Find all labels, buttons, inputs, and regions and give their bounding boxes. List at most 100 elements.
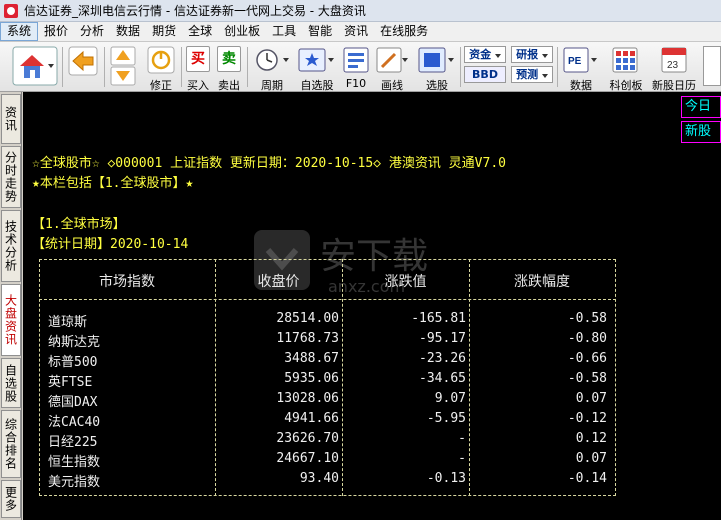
toolbar-separator xyxy=(247,47,248,87)
index-name: 纳斯达克 xyxy=(48,335,101,350)
change-value: -165.81 xyxy=(411,311,466,326)
change-pct: 0.07 xyxy=(575,391,607,406)
menu-online-service[interactable]: 在线服务 xyxy=(374,22,434,41)
close-price: 11768.73 xyxy=(276,331,339,346)
menu-news[interactable]: 资讯 xyxy=(338,22,374,41)
change-value: - xyxy=(458,451,466,466)
watchlist-label: 自选股 xyxy=(300,79,334,92)
toolbar-separator xyxy=(557,47,558,87)
menu-quote[interactable]: 报价 xyxy=(38,22,74,41)
menu-futures[interactable]: 期货 xyxy=(146,22,182,41)
close-price: 28514.00 xyxy=(276,311,339,326)
tab-ranking[interactable]: 综合排名 xyxy=(1,410,21,478)
tab-more[interactable]: 更多 xyxy=(1,480,21,518)
change-value: - xyxy=(458,431,466,446)
index-name: 德国DAX xyxy=(48,395,98,410)
draw-line-button[interactable]: 画线 xyxy=(375,46,409,92)
table-row: 纳斯达克 11768.73 -95.17 -0.80 xyxy=(39,331,616,351)
table-row: 标普500 3488.67 -23.26 -0.66 xyxy=(39,351,616,371)
close-price: 5935.06 xyxy=(284,371,339,386)
close-price: 3488.67 xyxy=(284,351,339,366)
startup-board-button[interactable]: 科创板 xyxy=(606,46,646,92)
change-value: -34.65 xyxy=(419,371,466,386)
index-name: 恒生指数 xyxy=(48,455,101,470)
index-name: 日经225 xyxy=(48,435,98,450)
tab-intraday[interactable]: 分时走势 xyxy=(1,146,21,208)
sell-label: 卖出 xyxy=(218,79,240,92)
fund-button[interactable]: 资金 BBD xyxy=(464,46,506,83)
change-value: 9.07 xyxy=(434,391,466,406)
change-pct: -0.58 xyxy=(567,371,607,386)
bbd-button[interactable]: BBD xyxy=(464,66,506,83)
tab-market-news[interactable]: 大盘资讯 xyxy=(1,284,21,356)
tab-news[interactable]: 资讯 xyxy=(1,94,21,144)
side-tabs: 资讯 分时走势 技术分析 大盘资讯 自选股 综合排名 更多 xyxy=(0,92,22,520)
change-pct: -0.80 xyxy=(567,331,607,346)
toolbar-separator xyxy=(460,47,461,87)
pe-icon-text: PE xyxy=(568,56,582,67)
menu-data[interactable]: 数据 xyxy=(110,22,146,41)
table-row: 美元指数 93.40 -0.13 -0.14 xyxy=(39,471,616,491)
toolbar-separator xyxy=(104,47,105,87)
research-button[interactable]: 研报 预测 xyxy=(511,46,553,83)
new-stock-calendar-button[interactable]: 23 新股日历 xyxy=(650,46,698,92)
table-border-bottom xyxy=(39,495,616,496)
back-button[interactable] xyxy=(68,46,98,79)
menu-gem[interactable]: 创业板 xyxy=(218,22,266,41)
tab-technical[interactable]: 技术分析 xyxy=(1,210,21,282)
menu-system[interactable]: 系统 xyxy=(0,22,39,41)
calendar-day: 23 xyxy=(667,60,679,71)
menu-bar: 系统 报价 分析 数据 期货 全球 创业板 工具 智能 资讯 在线服务 xyxy=(0,22,721,42)
change-pct: 0.12 xyxy=(575,431,607,446)
col-header-close: 收盘价 xyxy=(257,274,300,290)
sell-button[interactable]: 卖 卖出 xyxy=(216,46,242,92)
menu-analysis[interactable]: 分析 xyxy=(74,22,110,41)
draw-line-label: 画线 xyxy=(381,79,403,92)
sell-icon: 卖 xyxy=(217,46,241,72)
toolbar-overflow[interactable] xyxy=(703,46,721,86)
close-price: 93.40 xyxy=(299,471,339,486)
right-panel: 今日 新股 xyxy=(681,96,721,146)
chevron-down-icon xyxy=(541,54,548,58)
table-row: 恒生指数 24667.10 - 0.07 xyxy=(39,451,616,471)
research-label: 研报 xyxy=(516,48,539,61)
more-icon xyxy=(703,46,721,86)
news-content-area: 今日 新股 ☆全球股市☆ ◇000001 上证指数 更新日期：2020-10-1… xyxy=(23,92,721,520)
screener-icon xyxy=(418,47,454,73)
watchlist-button[interactable]: 自选股 xyxy=(297,46,337,92)
power-icon xyxy=(147,46,175,74)
change-pct: -0.58 xyxy=(567,311,607,326)
today-box[interactable]: 今日 xyxy=(681,96,721,118)
correct-button[interactable]: 修正 xyxy=(146,46,176,92)
period-label: 周期 xyxy=(261,79,283,92)
select-stock-label: 选股 xyxy=(426,79,448,92)
tab-watchlist[interactable]: 自选股 xyxy=(1,358,21,408)
select-stock-button[interactable]: 选股 xyxy=(417,46,457,92)
change-value: -95.17 xyxy=(419,331,466,346)
menu-global[interactable]: 全球 xyxy=(182,22,218,41)
index-name: 道琼斯 xyxy=(48,315,88,330)
period-button[interactable]: 周期 xyxy=(252,46,292,92)
toolbar: 修正 买 买入 卖 卖出 周期 自选股 F10 画线 选股 资金 BBD 研报 … xyxy=(0,42,721,92)
table-header-divider xyxy=(39,299,616,300)
header-line: ☆全球股市☆ ◇000001 上证指数 更新日期：2020-10-15◇ 港澳资… xyxy=(32,156,506,171)
forecast-button[interactable]: 预测 xyxy=(511,66,553,83)
f10-button[interactable]: F10 xyxy=(342,46,370,90)
close-price: 24667.10 xyxy=(276,451,339,466)
table-border-top xyxy=(39,259,616,260)
stat-date: 【统计日期】2020-10-14 xyxy=(32,237,189,252)
global-market-table: 市场指数 收盘价 涨跌值 涨跌幅度 道琼斯 28514.00 -165.81 -0.5… xyxy=(39,259,616,496)
table-row: 英FTSE 5935.06 -34.65 -0.58 xyxy=(39,371,616,391)
home-button[interactable] xyxy=(12,46,58,89)
up-down-button[interactable] xyxy=(110,46,136,89)
pe-icon: PE xyxy=(563,47,597,73)
data-button[interactable]: PE 数据 xyxy=(562,46,600,92)
buy-label: 买入 xyxy=(187,79,209,92)
index-name: 法CAC40 xyxy=(48,415,101,430)
new-stock-box[interactable]: 新股 xyxy=(681,121,721,143)
buy-button[interactable]: 买 买入 xyxy=(185,46,211,92)
table-row: 道琼斯 28514.00 -165.81 -0.58 xyxy=(39,311,616,331)
menu-tools[interactable]: 工具 xyxy=(266,22,302,41)
toolbar-separator xyxy=(181,47,182,87)
menu-smart[interactable]: 智能 xyxy=(302,22,338,41)
